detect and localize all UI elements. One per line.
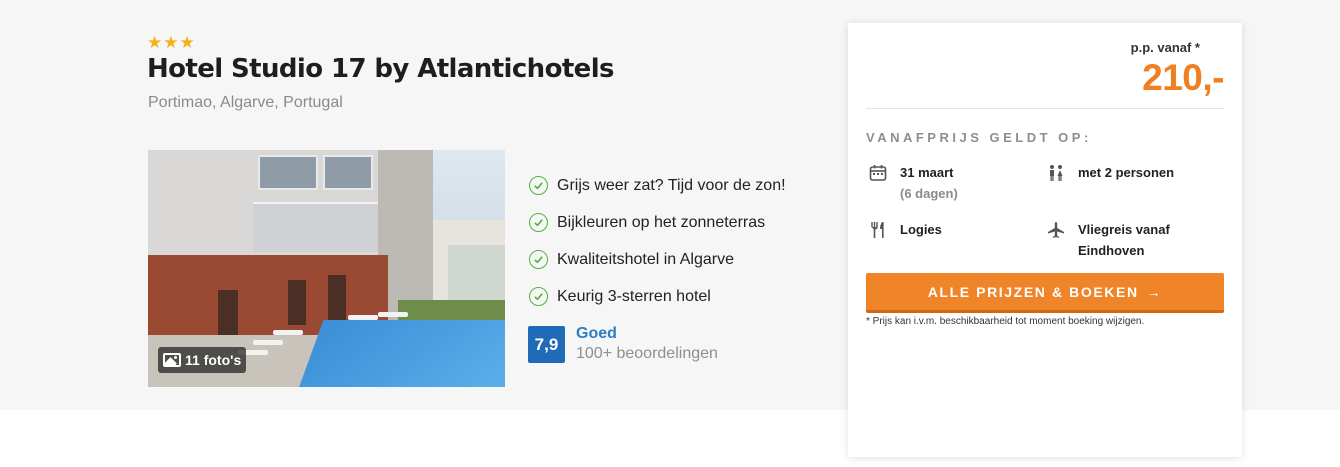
divider [866,108,1224,109]
info-travel: Vliegreis vanaf Eindhoven [1046,219,1170,261]
info-date: 31 maart (6 dagen) [868,162,958,204]
board-type: Logies [900,222,942,237]
travel-duration: (6 dagen) [900,186,958,201]
travel-type: Vliegreis vanaf [1078,222,1170,237]
info-persons: met 2 personen [1046,162,1174,183]
image-icon [163,353,181,367]
price-disclaimer: * Prijs kan i.v.m. beschikbaarheid tot m… [866,316,1145,327]
check-circle-icon [529,287,548,306]
photo-count-badge[interactable]: 11 foto's [158,347,247,373]
persons-text: met 2 personen [1078,165,1175,180]
book-button[interactable]: ALLE PRIJZEN & BOEKEN → [866,273,1224,313]
persons-icon [1046,163,1065,182]
usp-text: Grijs weer zat? Tijd voor de zon! [557,176,786,194]
rating-label[interactable]: Goed [576,325,617,343]
rating-score-badge[interactable]: 7,9 [528,326,565,363]
travel-date: 31 maart [900,165,954,180]
usp-text: Keurig 3-sterren hotel [557,287,711,305]
arrow-right-icon: → [1146,283,1163,300]
usp-item: Bijkleuren op het zonneterras [529,204,786,241]
rating-count[interactable]: 100+ beoordelingen [576,345,718,363]
usp-item: Kwaliteitshotel in Algarve [529,241,786,278]
book-button-label: ALLE PRIJZEN & BOEKEN [927,283,1139,300]
hotel-title[interactable]: Hotel Studio 17 by Atlantichotels [147,54,614,84]
calendar-icon [868,163,887,182]
check-circle-icon [529,250,548,269]
plane-icon [1046,220,1065,239]
departure-airport: Eindhoven [1078,243,1145,258]
usp-text: Bijkleuren op het zonneterras [557,213,766,231]
usp-item: Keurig 3-sterren hotel [529,278,786,315]
check-circle-icon [529,176,548,195]
price-from-label: p.p. vanaf * [1130,40,1200,55]
star-icon: ★ [179,33,195,52]
star-icon: ★ [147,33,163,52]
cutlery-icon [868,220,887,239]
usp-item: Grijs weer zat? Tijd voor de zon! [529,167,786,204]
check-circle-icon [529,213,548,232]
info-board: Logies [868,219,942,240]
price-value: 210,- [1142,57,1224,98]
valid-on-heading: VANAFPRIJS GELDT OP: [866,130,1092,145]
star-rating: ★ ★ ★ [147,34,195,51]
hotel-location: Portimao, Algarve, Portugal [148,94,343,111]
usp-list: Grijs weer zat? Tijd voor de zon! Bijkle… [529,167,786,315]
photo-count-label: 11 foto's [185,352,242,368]
price-card: p.p. vanaf * 210,- VANAFPRIJS GELDT OP: … [848,23,1242,457]
star-icon: ★ [163,33,179,52]
usp-text: Kwaliteitshotel in Algarve [557,250,734,268]
